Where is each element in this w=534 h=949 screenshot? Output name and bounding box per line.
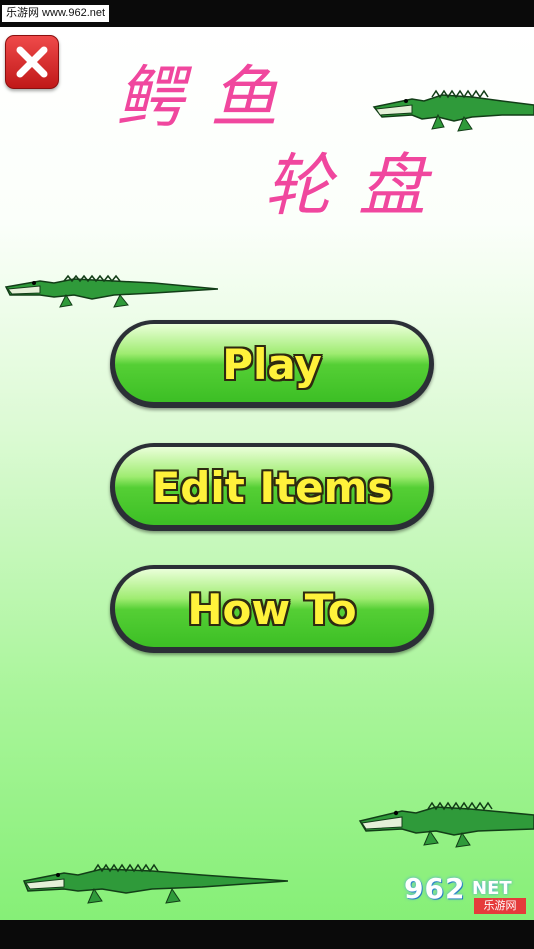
close-button[interactable] [5, 35, 59, 89]
close-x-icon [16, 46, 48, 78]
crocodile-image-bottom-left [22, 863, 288, 904]
site-logo-suffix: NET [472, 878, 512, 899]
play-button-label: Play [222, 339, 322, 389]
crocodile-image-mid-left [4, 274, 218, 308]
app-title-line-2: 轮盘 [264, 147, 453, 226]
watermark-text: 乐游网 www.962.net [2, 5, 110, 22]
edit-items-button[interactable]: Edit Items [110, 443, 434, 531]
app-title-line-1: 鳄鱼 [116, 59, 305, 138]
crocodile-image-top-right [372, 89, 534, 132]
site-logo-number: 962 [404, 872, 466, 905]
how-to-button[interactable]: How To [110, 565, 434, 653]
main-menu-screen: 鳄鱼 轮盘 Play Edit Items How To [0, 27, 534, 920]
how-to-button-label: How To [187, 584, 357, 634]
navigation-bar [0, 920, 534, 949]
status-bar: 乐游网 www.962.net [0, 0, 534, 27]
crocodile-image-bottom-right [358, 801, 534, 848]
play-button[interactable]: Play [110, 320, 434, 408]
edit-items-button-label: Edit Items [151, 462, 393, 512]
site-logo: 962 NET 乐游网 [400, 872, 530, 916]
site-logo-name: 乐游网 [474, 898, 526, 914]
